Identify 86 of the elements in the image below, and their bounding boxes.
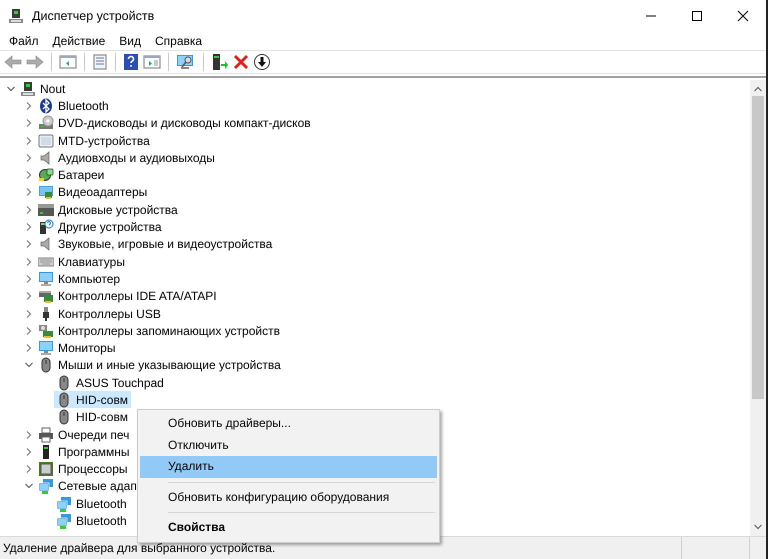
- expand-chevron-icon[interactable]: [24, 239, 34, 250]
- tree-item[interactable]: Bluetooth: [36, 97, 112, 114]
- expand-chevron-icon[interactable]: [24, 170, 34, 180]
- expand-chevron-icon[interactable]: [24, 187, 34, 198]
- expand-chevron-icon[interactable]: [24, 204, 34, 215]
- tree-item[interactable]: Звуковые, игровые и видеоустройства: [36, 236, 276, 253]
- tree-item[interactable]: MTD-устройства: [36, 132, 153, 150]
- expand-chevron-icon[interactable]: [24, 326, 34, 336]
- tree-item[interactable]: Компьютер: [36, 270, 124, 288]
- menu-bar-item[interactable]: Вид: [112, 34, 148, 48]
- collapse-chevron-icon[interactable]: [6, 84, 16, 94]
- display-adapter-icon: [38, 184, 54, 200]
- monitor-icon: [38, 340, 54, 356]
- close-icon[interactable]: [737, 10, 749, 22]
- monitor-icon: [38, 270, 54, 287]
- tree-item[interactable]: Bluetooth: [54, 495, 130, 512]
- tree-item[interactable]: Контроллеры USB: [36, 305, 164, 322]
- menu-item[interactable]: Обновить драйверы...: [140, 413, 437, 434]
- cross-icon[interactable]: [233, 54, 249, 70]
- expand-chevron-icon[interactable]: [24, 136, 34, 146]
- battery-icon: [38, 167, 54, 184]
- window-pane-icon[interactable]: [59, 54, 77, 70]
- down-arrow-circle-icon[interactable]: [253, 53, 271, 71]
- menu-bar-item[interactable]: Действие: [46, 34, 112, 48]
- tree-item[interactable]: Батареи: [36, 166, 108, 184]
- tree-item[interactable]: Контроллеры запоминающих устройств: [36, 322, 283, 340]
- tree-item[interactable]: Другие устройства: [36, 218, 165, 236]
- network-adapter-icon: [56, 496, 72, 512]
- tree-item[interactable]: Клавиатуры: [36, 253, 128, 270]
- expand-chevron-icon[interactable]: [24, 256, 34, 267]
- computer-icon: [20, 80, 36, 97]
- expand-chevron-icon[interactable]: [24, 152, 34, 163]
- expand-chevron-icon[interactable]: [24, 291, 34, 302]
- bluetooth-icon: [38, 98, 54, 114]
- tree-item[interactable]: Мыши и иные указывающие устройства: [36, 356, 284, 374]
- document-icon[interactable]: [92, 54, 108, 70]
- expand-chevron-icon[interactable]: [24, 343, 34, 354]
- device-manager-icon: [8, 8, 24, 24]
- expand-chevron-icon[interactable]: [24, 430, 34, 440]
- tree-item[interactable]: HID-совм: [54, 391, 131, 408]
- tree-item[interactable]: Сетевые адап: [36, 478, 140, 495]
- expand-chevron-icon[interactable]: [24, 308, 34, 318]
- tree-item[interactable]: Очереди печ: [36, 426, 132, 444]
- menu-bar-item[interactable]: Файл: [2, 34, 46, 48]
- tree-item[interactable]: HID-совм: [54, 408, 131, 426]
- tree-item[interactable]: ASUS Touchpad: [54, 374, 167, 392]
- printer-icon: [38, 426, 54, 443]
- menu-item[interactable]: Отключить: [140, 434, 437, 456]
- menu-item[interactable]: Свойства: [140, 517, 437, 538]
- network-adapter-icon: [38, 478, 54, 494]
- tree-item[interactable]: DVD-дисководы и дисководы компакт-дисков: [36, 114, 314, 132]
- expand-chevron-icon[interactable]: [24, 274, 34, 284]
- menu-item[interactable]: Обновить конфигурацию оборудования: [140, 486, 437, 508]
- tree-item[interactable]: Видеоадаптеры: [36, 184, 150, 201]
- status-text: Удаление драйвера для выбранного устройства.: [2, 540, 276, 557]
- expand-chevron-icon[interactable]: [24, 100, 34, 111]
- expand-chevron-icon[interactable]: [24, 222, 34, 232]
- tree-item[interactable]: Мониторы: [36, 340, 118, 357]
- disk-drive-icon: [38, 202, 54, 218]
- monitor-search-icon[interactable]: [176, 53, 196, 71]
- tree-item[interactable]: Nout: [18, 80, 68, 98]
- tree-item[interactable]: Bluetooth: [54, 512, 130, 530]
- tree-item[interactable]: Процессоры: [36, 460, 130, 478]
- tree-item[interactable]: Контроллеры IDE ATA/ATAPI: [36, 288, 220, 305]
- processor-icon: [38, 461, 54, 478]
- expand-chevron-icon[interactable]: [24, 464, 34, 474]
- device-update-icon[interactable]: [211, 53, 229, 71]
- network-adapter-icon: [56, 513, 72, 530]
- scroll-up-icon[interactable]: [753, 84, 763, 94]
- menu-bar-item[interactable]: Справка: [148, 34, 210, 48]
- maximize-icon[interactable]: [691, 10, 703, 22]
- expand-chevron-icon[interactable]: [24, 118, 34, 128]
- storage-controller-icon: [38, 322, 54, 339]
- window-pane-icon[interactable]: [143, 54, 161, 70]
- window-title: Диспетчер устройств: [32, 9, 156, 23]
- device-icon: [38, 132, 54, 149]
- expand-chevron-icon[interactable]: [24, 446, 34, 457]
- tree-item[interactable]: Аудиовходы и аудиовыходы: [36, 149, 218, 166]
- menu-item[interactable]: Удалить: [140, 456, 437, 478]
- disc-drive-icon: [38, 115, 54, 132]
- tree-item[interactable]: Программны: [36, 443, 132, 460]
- tree-item[interactable]: Дисковые устройства: [36, 201, 181, 218]
- scroll-down-icon[interactable]: [753, 522, 763, 532]
- unknown-device-icon: [38, 219, 54, 236]
- controller-icon: [38, 288, 54, 304]
- help-icon[interactable]: [123, 53, 139, 71]
